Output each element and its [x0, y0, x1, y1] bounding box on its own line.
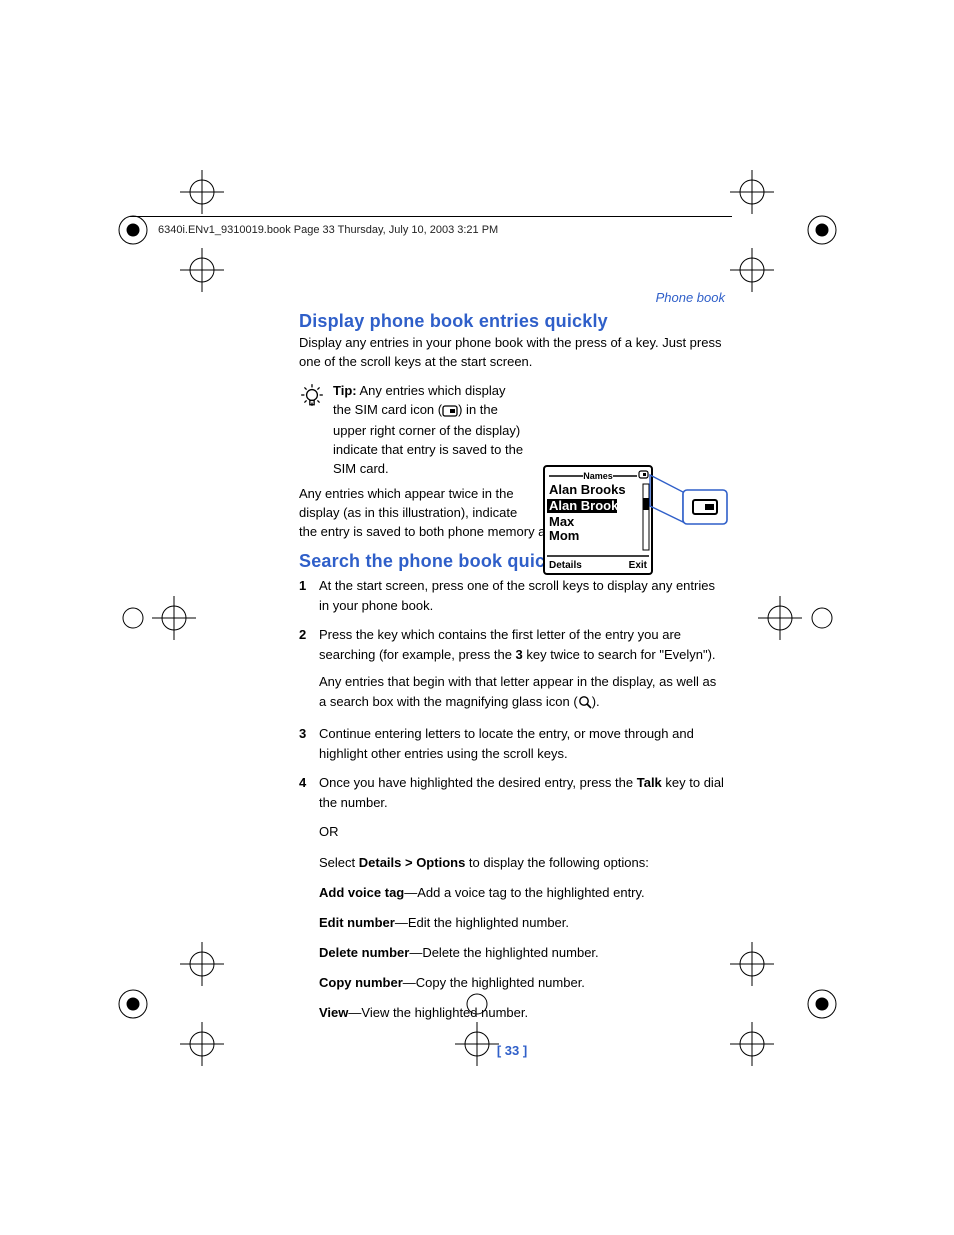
- running-head: 6340i.ENv1_9310019.book Page 33 Thursday…: [158, 224, 498, 236]
- step-2: Press the key which contains the first l…: [299, 625, 725, 714]
- option-copy-number: Copy number—Copy the highlighted number.: [319, 973, 725, 993]
- step-3: Continue entering letters to locate the …: [299, 724, 725, 763]
- phone-entry2: Alan Brooks: [549, 498, 626, 513]
- section1-intro: Display any entries in your phone book w…: [299, 334, 725, 372]
- running-head-rule: [130, 216, 732, 217]
- option-add-voice-tag: Add voice tag—Add a voice tag to the hig…: [319, 883, 725, 903]
- step-1: At the start screen, press one of the sc…: [299, 576, 725, 615]
- sim-card-icon: [442, 404, 458, 423]
- option-edit-number: Edit number—Edit the highlighted number.: [319, 913, 725, 933]
- option-delete-number: Delete number—Delete the highlighted num…: [319, 943, 725, 963]
- magnifying-glass-icon: [578, 695, 592, 715]
- lightbulb-icon: [299, 382, 325, 412]
- phone-left-softkey: Details: [549, 560, 582, 571]
- phone-entry3: Max: [549, 514, 575, 529]
- chapter-label: Phone book: [299, 290, 725, 305]
- phone-entry4: Mom: [549, 528, 579, 543]
- phone-right-softkey: Exit: [629, 560, 648, 571]
- section1-title: Display phone book entries quickly: [299, 311, 725, 332]
- select-line: Select Details > Options to display the …: [319, 853, 725, 873]
- option-view: View—View the highlighted number.: [319, 1003, 725, 1023]
- or-label: OR: [319, 822, 725, 842]
- phone-entry1: Alan Brooks: [549, 482, 626, 497]
- numbered-steps: At the start screen, press one of the sc…: [299, 576, 725, 812]
- page-content: Phone book Display phone book entries qu…: [299, 310, 725, 1058]
- page-number: [ 33 ]: [299, 1043, 725, 1058]
- tip-label: Tip:: [333, 383, 357, 398]
- step-4: Once you have highlighted the desired en…: [299, 773, 725, 812]
- phone-screen-figure: Names Alan Brooks Alan Brooks Max Mom De…: [543, 462, 729, 578]
- phone-header: Names: [583, 471, 613, 481]
- tip-block: Tip: Any entries which display the SIM c…: [299, 382, 525, 479]
